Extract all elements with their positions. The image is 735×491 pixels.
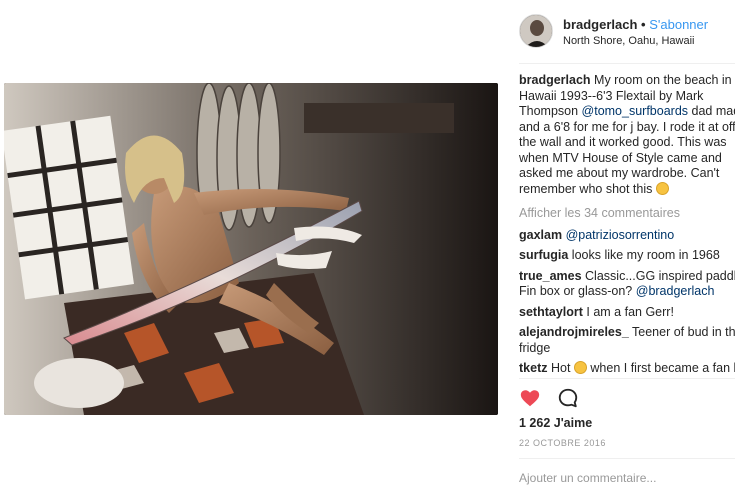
comment-text: Hot — [550, 361, 571, 375]
comment-bubble-icon[interactable] — [557, 387, 579, 409]
post-header: bradgerlach • S'abonner North Shore, Oah… — [519, 14, 735, 50]
avatar-image — [520, 15, 552, 47]
follow-button[interactable]: S'abonner — [649, 17, 708, 32]
add-comment-divider — [519, 458, 735, 459]
comment-item: surfugia looks like my room in 1968 — [519, 248, 735, 264]
separator-dot: • — [641, 17, 646, 32]
location-link[interactable]: North Shore, Oahu, Hawaii — [563, 35, 694, 47]
comment-item: alejandrojmireles_ Teener of bud in the … — [519, 325, 735, 356]
grimace-emoji-icon — [655, 181, 669, 195]
caption-username[interactable]: bradgerlach — [519, 73, 591, 87]
comment-item: true_ames Classic...GG inspired paddle F… — [519, 269, 735, 300]
avatar[interactable] — [519, 14, 553, 48]
comment-username[interactable]: tketz — [519, 361, 547, 375]
likes-count[interactable]: 1 262 J'aime — [519, 416, 592, 430]
actions-divider — [519, 378, 735, 379]
post-date: 22 OCTOBRE 2016 — [519, 438, 606, 448]
comment-text: I am a fan Gerr! — [586, 304, 674, 319]
post-details-panel: bradgerlach • S'abonner North Shore, Oah… — [505, 0, 735, 491]
comment-item: gaxlam @patriziosorrentino — [519, 228, 735, 244]
comment-username[interactable]: alejandrojmireles_ — [519, 325, 629, 339]
caption-mention[interactable]: @tomo_surfboards — [582, 104, 689, 118]
action-bar — [519, 387, 719, 409]
username-link[interactable]: bradgerlach — [563, 17, 637, 32]
comment-mention[interactable]: @patriziosorrentino — [566, 228, 675, 242]
post-photo[interactable] — [4, 83, 498, 415]
comment-username[interactable]: sethtaylort — [519, 305, 583, 319]
post-caption: bradgerlach My room on the beach in Hawa… — [519, 73, 735, 197]
comments-list[interactable]: bradgerlach My room on the beach in Hawa… — [519, 73, 735, 378]
comment-item: tketz Hot when I first became a fan l — [519, 361, 735, 377]
comment-text-continued: when I first became a fan l — [590, 361, 735, 375]
photo-illustration — [4, 83, 498, 415]
heart-icon[interactable] — [519, 387, 541, 409]
header-divider — [519, 63, 735, 64]
comment-username[interactable]: true_ames — [519, 269, 582, 283]
media-area — [0, 0, 505, 491]
comment-username[interactable]: surfugia — [519, 248, 568, 262]
add-comment-input[interactable]: Ajouter un commentaire... — [519, 471, 729, 485]
view-all-comments-link[interactable]: Afficher les 34 commentaires — [519, 206, 735, 222]
comment-item: sethtaylort I am a fan Gerr! — [519, 305, 735, 321]
header-username-row: bradgerlach • S'abonner — [563, 17, 708, 32]
relieved-emoji-icon — [573, 361, 587, 374]
comment-text: looks like my room in 1968 — [571, 248, 720, 262]
comment-mention[interactable]: @bradgerlach — [636, 284, 715, 298]
comment-username[interactable]: gaxlam — [519, 228, 562, 242]
